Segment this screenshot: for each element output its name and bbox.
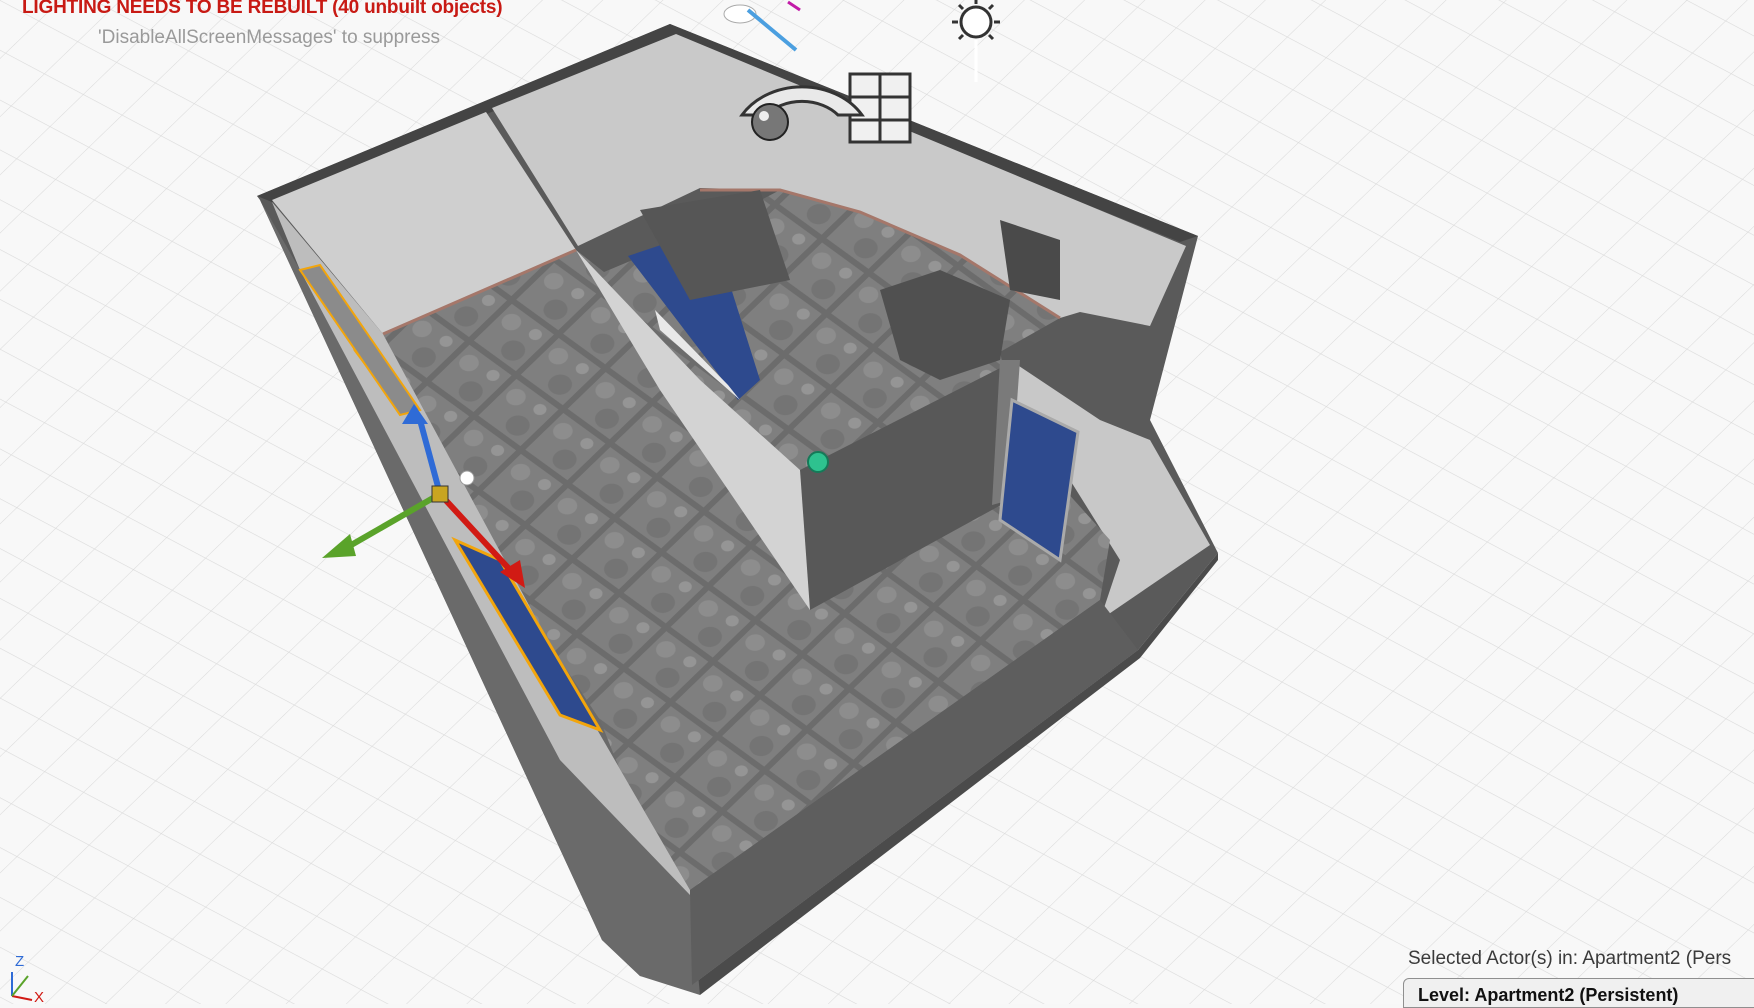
axis-x-label: X xyxy=(34,989,44,1004)
scene-view[interactable] xyxy=(0,0,1754,1004)
level-label: Level: xyxy=(1418,985,1471,1005)
selected-actors-status: Selected Actor(s) in: Apartment2 (Pers xyxy=(1408,948,1731,970)
suppress-hint-message: 'DisableAllScreenMessages' to suppress xyxy=(98,27,441,48)
player-start-icon[interactable] xyxy=(807,451,829,473)
selected-actors-label: Selected Actor(s) in: xyxy=(1408,948,1579,969)
selected-actors-value: Apartment2 (Pers xyxy=(1582,948,1732,969)
level-viewport[interactable]: LIGHTING NEEDS TO BE REBUILT (40 unbuilt… xyxy=(0,0,1754,1008)
axis-z-label: Z xyxy=(15,953,24,970)
axis-indicator-icon: Z X xyxy=(11,953,44,1004)
lighting-warning-message: LIGHTING NEEDS TO BE REBUILT (40 unbuilt… xyxy=(22,0,503,18)
level-value: Apartment2 (Persistent) xyxy=(1474,985,1679,1005)
